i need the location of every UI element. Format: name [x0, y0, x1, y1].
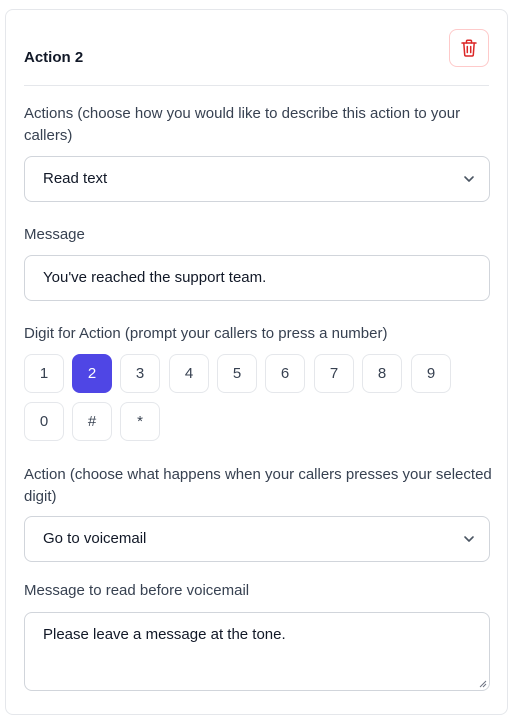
- voicemail-message-label: Message to read before voicemail: [24, 582, 250, 599]
- digit-button-1[interactable]: 1: [24, 354, 64, 393]
- card-title: Action 2: [24, 49, 84, 66]
- card-header: Action 2: [24, 28, 489, 86]
- resize-handle-icon[interactable]: [478, 679, 487, 688]
- chevron-down-icon: [464, 536, 474, 542]
- digit-button-9[interactable]: 9: [411, 354, 451, 393]
- digit-button-5[interactable]: 5: [217, 354, 257, 393]
- digit-button-3[interactable]: 3: [120, 354, 160, 393]
- digit-button-8[interactable]: 8: [362, 354, 402, 393]
- chevron-down-icon: [464, 176, 474, 182]
- digit-button-2[interactable]: 2: [72, 354, 112, 393]
- digit-button-4[interactable]: 4: [169, 354, 209, 393]
- digit-button-hash[interactable]: #: [72, 402, 112, 441]
- digit-label: Digit for Action (prompt your callers to…: [24, 325, 388, 342]
- message-input-value: You've reached the support team.: [43, 269, 267, 286]
- digit-button-6[interactable]: 6: [265, 354, 305, 393]
- digit-button-0[interactable]: 0: [24, 402, 64, 441]
- digit-button-7[interactable]: 7: [314, 354, 354, 393]
- message-input[interactable]: You've reached the support team.: [24, 255, 490, 301]
- action-label: Action (choose what happens when your ca…: [24, 466, 492, 505]
- voicemail-message-textarea[interactable]: Please leave a message at the tone.: [24, 612, 490, 691]
- delete-action-button[interactable]: [449, 29, 489, 67]
- action-select[interactable]: Go to voicemail: [24, 516, 490, 562]
- digit-button-star[interactable]: *: [120, 402, 160, 441]
- message-label: Message: [24, 226, 85, 243]
- actions-select[interactable]: Read text: [24, 156, 490, 202]
- actions-select-value: Read text: [43, 170, 108, 187]
- action-card: Action 2 Actions (choose how you would l…: [5, 9, 508, 715]
- voicemail-message-value: Please leave a message at the tone.: [43, 626, 286, 643]
- actions-label: Actions (choose how you would like to de…: [24, 105, 461, 144]
- trash-icon: [461, 39, 477, 57]
- action-select-value: Go to voicemail: [43, 530, 147, 547]
